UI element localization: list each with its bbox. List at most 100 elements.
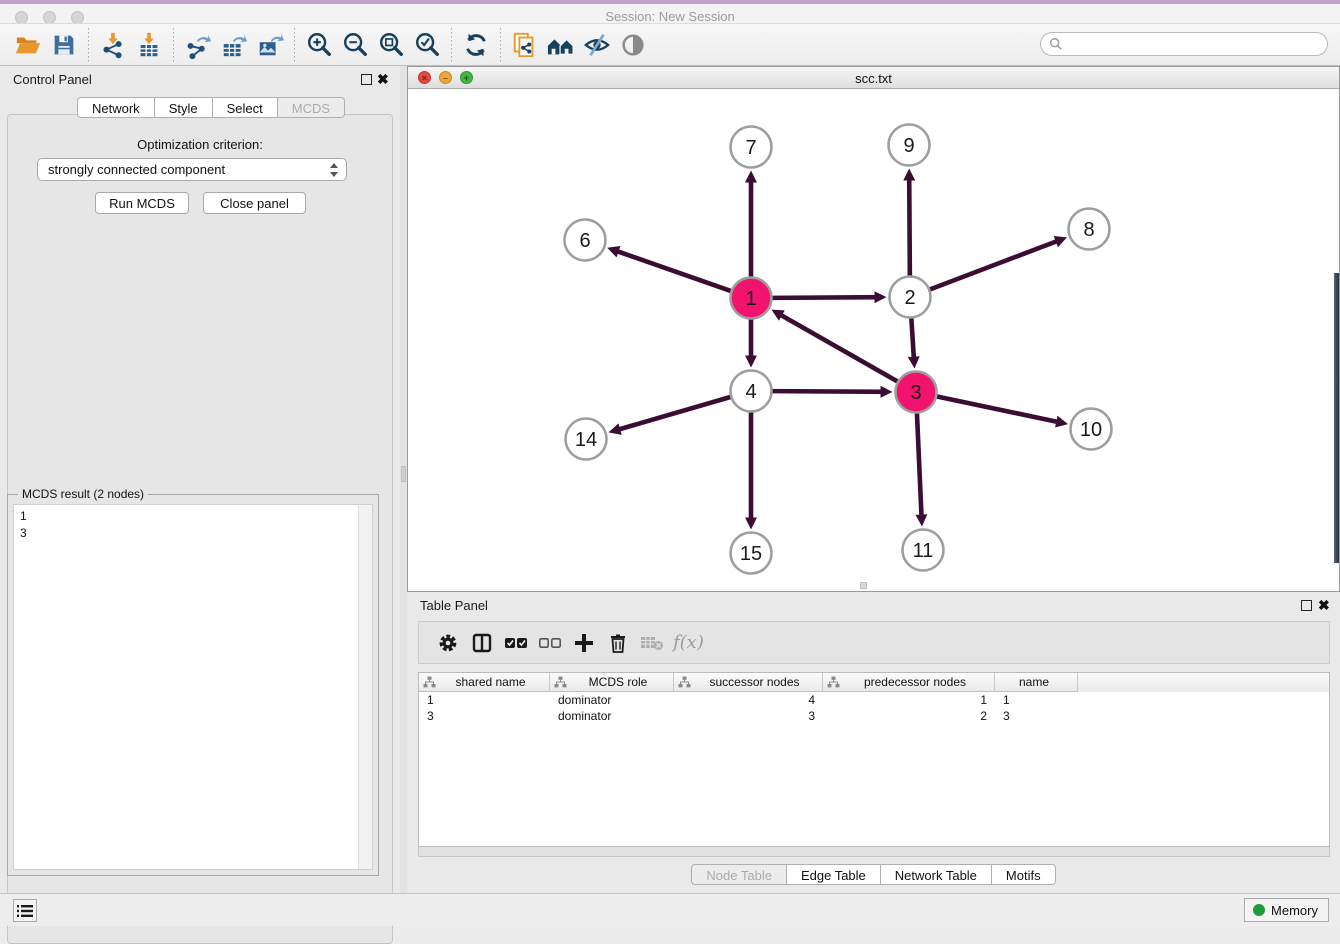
- hide-selected-icon[interactable]: [579, 28, 615, 62]
- table-close-panel-icon[interactable]: ✖: [1318, 597, 1330, 613]
- graph-edges[interactable]: [613, 174, 1062, 523]
- memory-button[interactable]: Memory: [1244, 898, 1329, 922]
- table-cell[interactable]: 3: [419, 708, 550, 724]
- node-4[interactable]: 4: [731, 371, 772, 412]
- node-1[interactable]: 1: [731, 278, 772, 319]
- search-input[interactable]: [1063, 34, 1327, 54]
- clone-network-icon[interactable]: [507, 28, 543, 62]
- node-6[interactable]: 6: [565, 220, 606, 261]
- table-cell[interactable]: 4: [674, 692, 823, 708]
- column-header-name[interactable]: name: [995, 673, 1078, 692]
- node-7[interactable]: 7: [731, 127, 772, 168]
- overview-panel-edge[interactable]: [1334, 273, 1339, 563]
- node-9[interactable]: 9: [889, 125, 930, 166]
- column-header-shared-name[interactable]: shared name: [419, 673, 550, 692]
- table-row[interactable]: 3dominator323: [419, 708, 1329, 724]
- edge-4-3[interactable]: [772, 391, 886, 392]
- network-graph-canvas[interactable]: 7 9 6 8 1 2 4 3 14 10 15 11: [408, 89, 1339, 591]
- node-15[interactable]: 15: [731, 533, 772, 574]
- tab-select[interactable]: Select: [213, 97, 278, 118]
- control-panel-title: Control Panel: [13, 72, 92, 87]
- node-table-header[interactable]: shared nameMCDS rolesuccessor nodes prede…: [419, 673, 1329, 692]
- table-scrollbar[interactable]: [418, 847, 1330, 857]
- table-cell[interactable]: dominator: [550, 708, 674, 724]
- select-all-checkboxes-icon[interactable]: [499, 627, 533, 659]
- edge-2-3[interactable]: [911, 318, 914, 362]
- deselect-all-checkboxes-icon[interactable]: [533, 627, 567, 659]
- mcds-result-group: MCDS result (2 nodes) 1 3: [7, 494, 379, 876]
- zoom-fit-icon[interactable]: [373, 28, 409, 62]
- first-neighbors-icon[interactable]: [543, 28, 579, 62]
- edge-1-6[interactable]: [613, 250, 731, 291]
- settings-gear-icon[interactable]: [431, 627, 465, 659]
- node-11[interactable]: 11: [903, 530, 944, 571]
- table-tab-edge-table[interactable]: Edge Table: [787, 864, 881, 885]
- close-panel-button[interactable]: Close panel: [203, 192, 306, 214]
- delete-column-icon[interactable]: [601, 627, 635, 659]
- edge-1-2[interactable]: [772, 297, 880, 298]
- search-field[interactable]: [1040, 32, 1328, 56]
- table-cell[interactable]: 1: [995, 692, 1078, 708]
- save-session-icon[interactable]: [46, 28, 82, 62]
- close-panel-icon[interactable]: ✖: [377, 71, 389, 87]
- float-panel-icon[interactable]: [361, 74, 372, 85]
- node-table[interactable]: shared nameMCDS rolesuccessor nodes prede…: [418, 672, 1330, 847]
- network-view-titlebar[interactable]: × – + scc.txt: [408, 67, 1339, 89]
- delete-table-icon[interactable]: [635, 627, 669, 659]
- apply-layout-icon[interactable]: [458, 28, 494, 62]
- column-header-predecessor-nodes[interactable]: predecessor nodes: [823, 673, 995, 692]
- node-14[interactable]: 14: [566, 419, 607, 460]
- table-tab-node-table[interactable]: Node Table: [691, 864, 787, 885]
- table-row[interactable]: 1dominator411: [419, 692, 1329, 708]
- table-float-panel-icon[interactable]: [1301, 600, 1312, 611]
- column-header-MCDS-role[interactable]: MCDS role: [550, 673, 674, 692]
- panel-splitter[interactable]: [400, 66, 407, 893]
- edge-4-14[interactable]: [614, 397, 730, 431]
- zoom-in-icon[interactable]: [301, 28, 337, 62]
- tab-mcds[interactable]: MCDS: [278, 97, 345, 118]
- column-label: predecessor nodes: [840, 675, 994, 689]
- node-table-body[interactable]: 1dominator4113dominator323: [419, 692, 1329, 724]
- edge-2-9[interactable]: [909, 174, 910, 275]
- table-tab-motifs[interactable]: Motifs: [992, 864, 1056, 885]
- export-table-icon[interactable]: [216, 28, 252, 62]
- column-header-successor-nodes[interactable]: successor nodes: [674, 673, 823, 692]
- mcds-result-scrollbar[interactable]: [358, 505, 372, 869]
- import-network-icon[interactable]: [95, 28, 131, 62]
- edge-2-8[interactable]: [930, 239, 1061, 289]
- open-folder-icon[interactable]: [10, 28, 46, 62]
- export-network-icon[interactable]: [180, 28, 216, 62]
- function-builder-icon[interactable]: f(x): [673, 632, 704, 653]
- edge-3-10[interactable]: [937, 396, 1062, 422]
- zoom-selected-icon[interactable]: [409, 28, 445, 62]
- task-history-button[interactable]: [13, 899, 37, 922]
- edge-3-11[interactable]: [917, 413, 922, 520]
- splitter-grip[interactable]: [401, 466, 406, 482]
- network-resize-grip[interactable]: [860, 582, 867, 589]
- table-cell[interactable]: 1: [823, 692, 995, 708]
- export-image-icon[interactable]: [252, 28, 288, 62]
- node-2[interactable]: 2: [890, 277, 931, 318]
- tab-network[interactable]: Network: [77, 97, 155, 118]
- criterion-dropdown[interactable]: strongly connected component: [37, 158, 347, 181]
- table-cell[interactable]: 2: [823, 708, 995, 724]
- table-cell[interactable]: 3: [995, 708, 1078, 724]
- node-3[interactable]: 3: [896, 372, 937, 413]
- show-all-icon[interactable]: [615, 28, 651, 62]
- tab-style[interactable]: Style: [155, 97, 213, 118]
- network-view-window: × – + scc.txt 7 9 6 8 1 2 4 3 14 10 15 11: [407, 66, 1340, 592]
- node-8[interactable]: 8: [1069, 209, 1110, 250]
- table-cell[interactable]: dominator: [550, 692, 674, 708]
- import-table-icon[interactable]: [131, 28, 167, 62]
- table-cell[interactable]: 1: [419, 692, 550, 708]
- column-type-icon: [678, 676, 691, 688]
- table-tab-network-table[interactable]: Network Table: [881, 864, 992, 885]
- run-mcds-button[interactable]: Run MCDS: [95, 192, 189, 214]
- mcds-result-text[interactable]: 1 3: [13, 504, 373, 870]
- edge-3-1[interactable]: [777, 313, 898, 382]
- zoom-out-icon[interactable]: [337, 28, 373, 62]
- node-10[interactable]: 10: [1071, 409, 1112, 450]
- table-cell[interactable]: 3: [674, 708, 823, 724]
- add-column-icon[interactable]: [567, 627, 601, 659]
- column-view-icon[interactable]: [465, 627, 499, 659]
